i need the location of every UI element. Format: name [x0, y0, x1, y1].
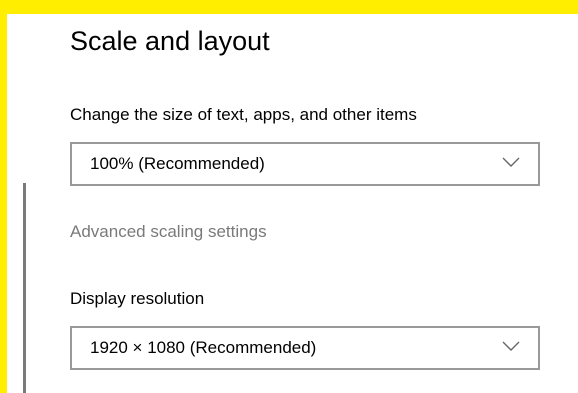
highlight-frame-top	[0, 0, 578, 14]
section-title: Scale and layout	[70, 26, 270, 56]
chevron-down-icon	[502, 157, 520, 167]
highlight-frame-left	[0, 0, 7, 393]
resolution-label: Display resolution	[70, 289, 205, 308]
scale-dropdown[interactable]: 100% (Recommended)	[70, 142, 540, 186]
resolution-dropdown[interactable]: 1920 × 1080 (Recommended)	[70, 326, 540, 370]
scale-label: Change the size of text, apps, and other…	[70, 105, 417, 124]
advanced-scaling-settings-link[interactable]: Advanced scaling settings	[70, 222, 267, 242]
scale-dropdown-value: 100% (Recommended)	[90, 154, 265, 173]
scrollbar[interactable]	[23, 183, 26, 393]
resolution-dropdown-value: 1920 × 1080 (Recommended)	[90, 338, 317, 357]
chevron-down-icon	[502, 341, 520, 351]
